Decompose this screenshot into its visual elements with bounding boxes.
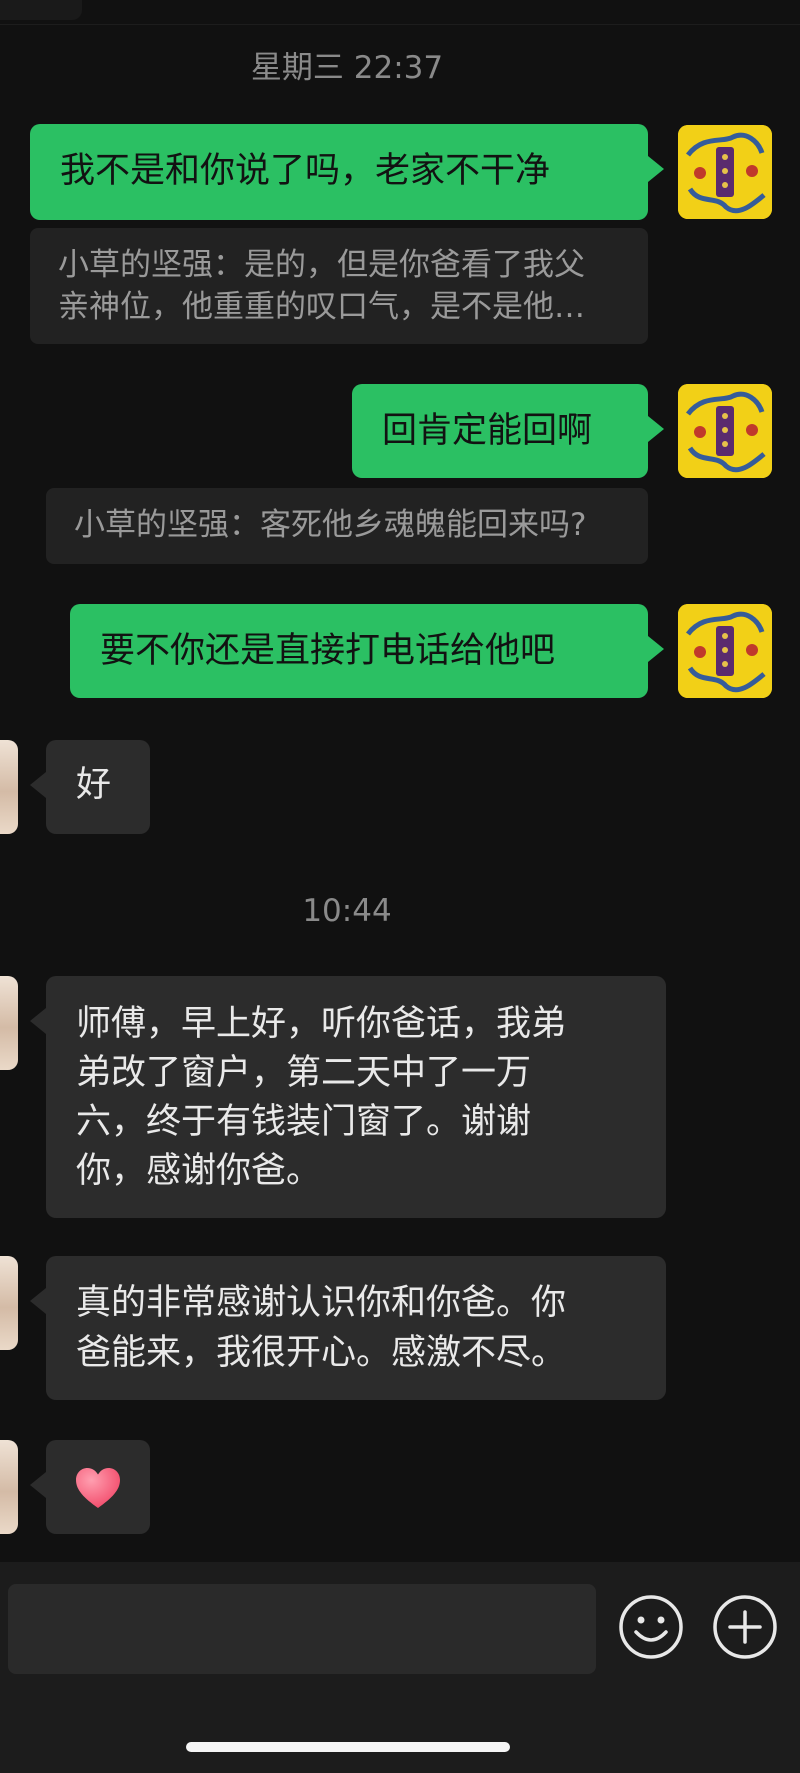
my-avatar[interactable] bbox=[678, 384, 772, 478]
outgoing-message[interactable]: 回肯定能回啊 bbox=[352, 384, 664, 478]
message-line: 六，终于有钱装门窗了。谢谢 bbox=[76, 1102, 532, 1142]
message-line: 爸能来，我很开心。感激不尽。 bbox=[76, 1333, 567, 1373]
message-text: 回肯定能回啊 bbox=[382, 411, 593, 451]
outgoing-message[interactable]: 要不你还是直接打电话给他吧 bbox=[70, 604, 664, 698]
message-line: 你，感谢你爸。 bbox=[76, 1151, 322, 1191]
quote-line: 小草的坚强：客死他乡魂魄能回来吗? bbox=[74, 507, 587, 543]
timestamp: 星期三 22:37 bbox=[250, 50, 444, 86]
message-line: 师傅，早上好，听你爸话，我弟 bbox=[76, 1004, 567, 1044]
incoming-message[interactable] bbox=[30, 1440, 150, 1534]
status-strip bbox=[0, 0, 800, 25]
input-bar bbox=[0, 1562, 800, 1773]
contact-avatar[interactable] bbox=[0, 976, 18, 1070]
message-line: 弟改了窗户，第二天中了一万 bbox=[76, 1053, 532, 1093]
message-text: 我不是和你说了吗，老家不干净 bbox=[60, 151, 551, 191]
quote-line: 小草的坚强：是的，但是你爸看了我父 bbox=[58, 247, 585, 283]
my-avatar[interactable] bbox=[678, 125, 772, 219]
contact-avatar[interactable] bbox=[0, 1440, 18, 1534]
quoted-message[interactable]: 小草的坚强：客死他乡魂魄能回来吗? bbox=[46, 488, 648, 564]
smiley-icon[interactable] bbox=[618, 1594, 684, 1660]
plus-icon[interactable] bbox=[712, 1594, 778, 1660]
contact-avatar[interactable] bbox=[0, 740, 18, 834]
incoming-message[interactable]: 真的非常感谢认识你和你爸。你 爸能来，我很开心。感激不尽。 bbox=[30, 1256, 666, 1400]
message-line: 真的非常感谢认识你和你爸。你 bbox=[76, 1283, 567, 1323]
incoming-message[interactable]: 师傅，早上好，听你爸话，我弟 弟改了窗户，第二天中了一万 六，终于有钱装门窗了。… bbox=[30, 976, 666, 1218]
message-input[interactable] bbox=[8, 1584, 596, 1674]
message-text: 要不你还是直接打电话给他吧 bbox=[100, 631, 556, 671]
quoted-message[interactable]: 小草的坚强：是的，但是你爸看了我父 亲神位，他重重的叹口气，是不是他… bbox=[30, 228, 648, 344]
outgoing-message[interactable]: 我不是和你说了吗，老家不干净 bbox=[30, 124, 664, 220]
heart-icon bbox=[76, 1468, 120, 1508]
dragon-avatar-icon bbox=[678, 604, 772, 698]
dragon-avatar-icon bbox=[678, 125, 772, 219]
quote-line: 亲神位，他重重的叹口气，是不是他… bbox=[58, 289, 585, 325]
home-indicator[interactable] bbox=[186, 1742, 510, 1752]
message-text: 好 bbox=[76, 765, 112, 805]
dragon-avatar-icon bbox=[678, 384, 772, 478]
contact-avatar[interactable] bbox=[0, 1256, 18, 1350]
my-avatar[interactable] bbox=[678, 604, 772, 698]
back-tab[interactable] bbox=[0, 0, 82, 20]
incoming-message[interactable]: 好 bbox=[30, 740, 150, 834]
timestamp: 10:44 bbox=[302, 893, 392, 929]
